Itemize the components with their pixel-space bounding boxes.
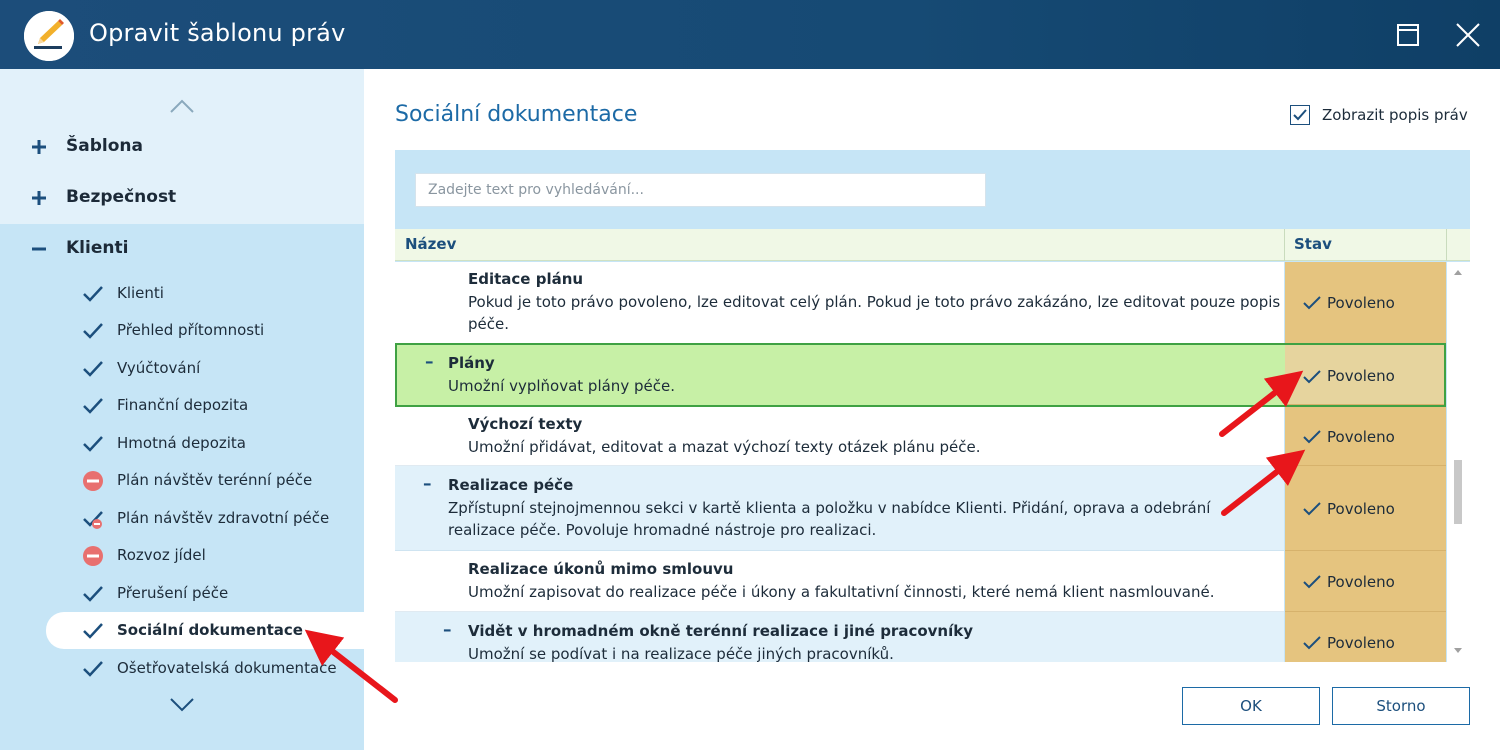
annotation-arrow (1219, 370, 1304, 437)
annotation-arrow (304, 629, 398, 703)
annotation-arrow (1221, 449, 1306, 516)
annotation-arrows (304, 370, 1306, 703)
